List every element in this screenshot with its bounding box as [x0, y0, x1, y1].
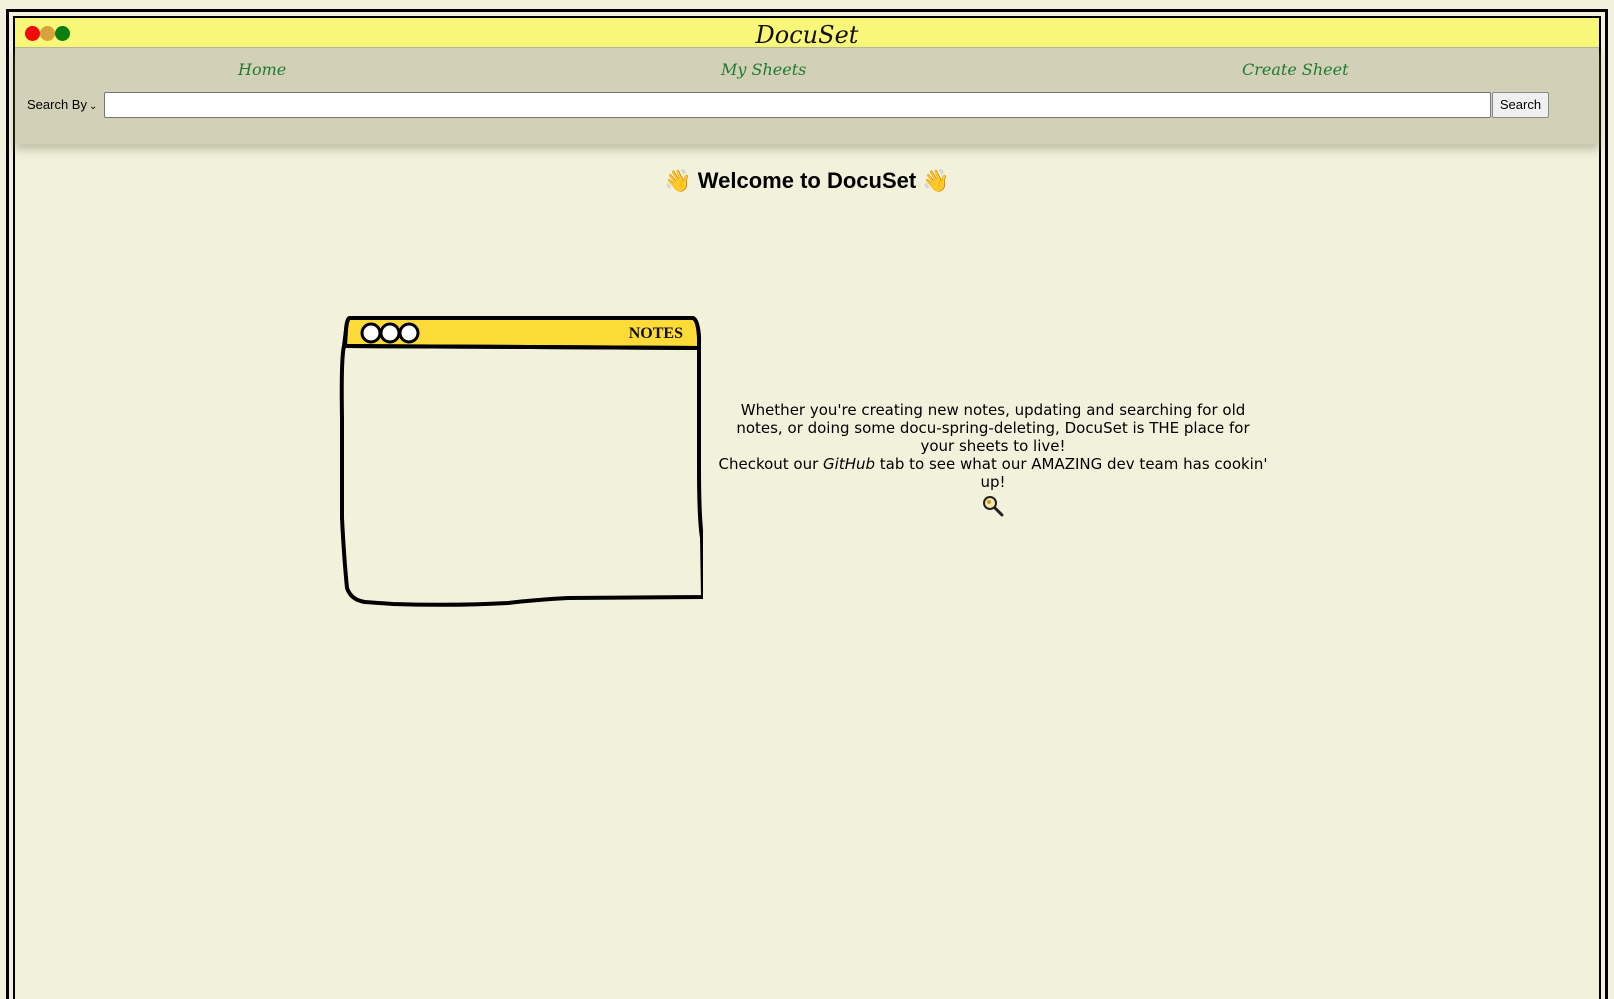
github-text: GitHub	[823, 455, 876, 473]
welcome-text: Welcome to DocuSet	[697, 168, 917, 193]
welcome-heading: 👋 Welcome to DocuSet 👋	[15, 168, 1599, 194]
title-bar: DocuSet	[15, 18, 1599, 49]
magnifier-icon	[982, 495, 1004, 521]
app-window-frame: DocuSet Home My Sheets Create Sheet Sear…	[6, 9, 1608, 999]
chevron-down-icon: ⌄	[88, 101, 98, 112]
search-by-label: Search By	[27, 97, 87, 112]
nav-create-sheet-link[interactable]: Create Sheet	[1242, 60, 1349, 79]
window-dot-icon	[360, 322, 382, 344]
intro-blurb: Whether you're creating new notes, updat…	[718, 401, 1268, 521]
window-dot-icon	[398, 322, 420, 344]
wave-icon: 👋	[664, 168, 692, 193]
app-title: DocuSet	[755, 21, 859, 49]
blurb-line-1: Whether you're creating new notes, updat…	[736, 401, 1250, 455]
search-button[interactable]: Search	[1492, 92, 1549, 118]
blurb-line-2: Checkout our GitHub tab to see what our …	[718, 455, 1268, 491]
app-window: DocuSet Home My Sheets Create Sheet Sear…	[13, 16, 1601, 999]
nav-my-sheets-link[interactable]: My Sheets	[721, 60, 806, 79]
nav-home-link[interactable]: Home	[238, 60, 286, 79]
notes-window-illustration: NOTES	[339, 316, 703, 607]
wave-icon: 👋	[922, 168, 950, 193]
notes-label: NOTES	[629, 325, 683, 342]
search-by-select[interactable]: Search By ⌄	[27, 94, 97, 116]
navbar: Home My Sheets Create Sheet Search By ⌄ S…	[15, 48, 1599, 144]
search-input[interactable]	[104, 92, 1491, 118]
window-dot-icon	[379, 322, 401, 344]
